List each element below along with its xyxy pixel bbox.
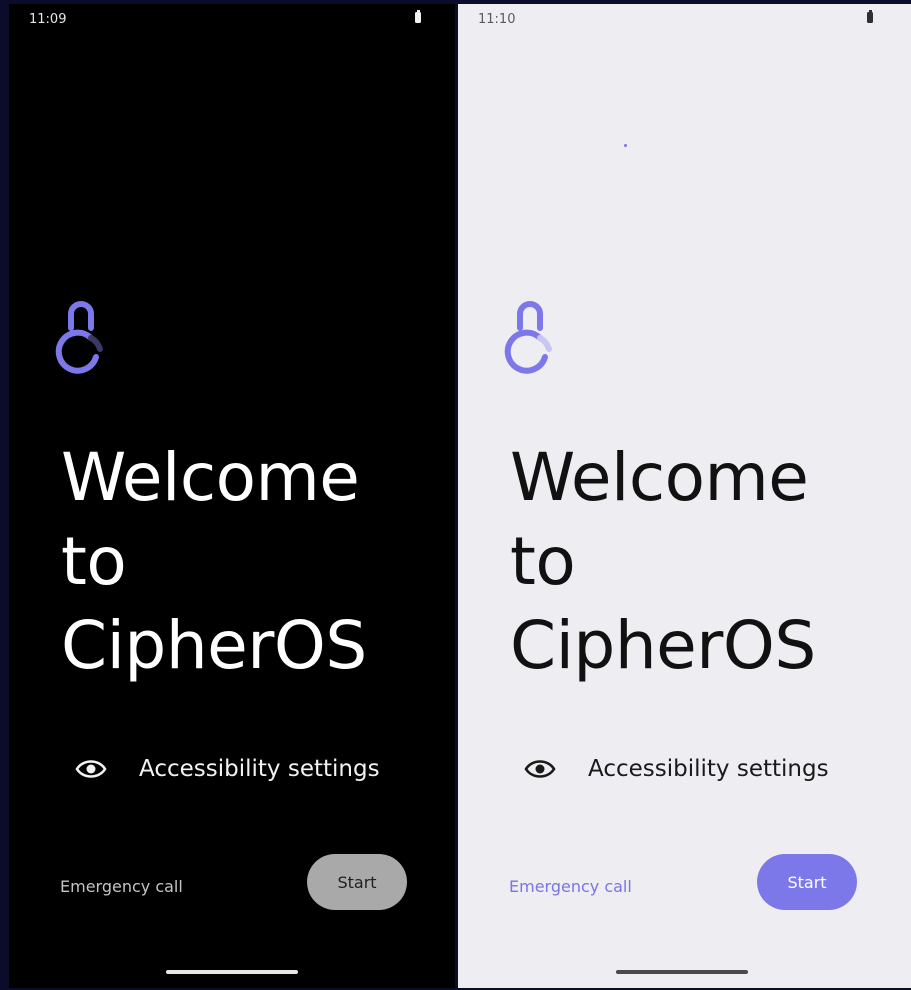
accessibility-settings-button[interactable]: Accessibility settings bbox=[524, 746, 829, 792]
eye-icon bbox=[75, 760, 107, 778]
start-button[interactable]: Start bbox=[757, 854, 857, 910]
lock-icon bbox=[55, 301, 103, 374]
status-time: 11:10 bbox=[478, 12, 516, 27]
accessibility-settings-label: Accessibility settings bbox=[588, 756, 829, 782]
home-indicator[interactable] bbox=[616, 970, 748, 974]
status-time: 11:09 bbox=[29, 12, 67, 27]
battery-icon bbox=[415, 10, 421, 23]
welcome-screen-light: 11:10 Welcome to CipherOS Accessibility … bbox=[458, 4, 911, 988]
emergency-call-link[interactable]: Emergency call bbox=[509, 877, 632, 896]
welcome-title: Welcome to CipherOS bbox=[510, 439, 816, 684]
start-button[interactable]: Start bbox=[307, 854, 407, 910]
accessibility-settings-label: Accessibility settings bbox=[139, 756, 380, 782]
decorative-dot bbox=[624, 144, 627, 147]
emergency-call-link[interactable]: Emergency call bbox=[60, 877, 183, 896]
welcome-title: Welcome to CipherOS bbox=[61, 439, 367, 684]
lock-icon bbox=[504, 301, 552, 374]
home-indicator[interactable] bbox=[166, 970, 298, 974]
eye-icon bbox=[524, 760, 556, 778]
accessibility-settings-button[interactable]: Accessibility settings bbox=[75, 746, 380, 792]
welcome-screen-dark: 11:09 Welcome to CipherOS Accessibility … bbox=[9, 4, 455, 988]
battery-icon bbox=[867, 10, 873, 23]
